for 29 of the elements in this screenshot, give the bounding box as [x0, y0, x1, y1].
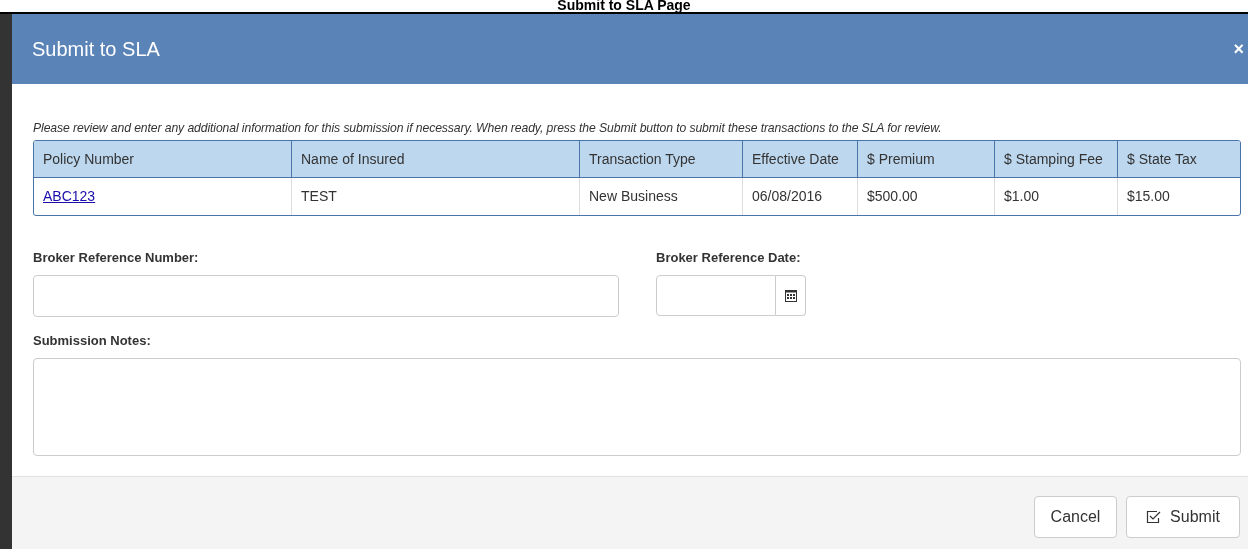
table-cell-text: New Business — [589, 187, 678, 207]
field-label: Broker Reference Date: — [656, 249, 802, 268]
input-field[interactable] — [33, 275, 619, 318]
column-header: $ Premium — [857, 141, 994, 178]
page-caption: Submit to SLA Page — [557, 0, 691, 12]
table-cell-text: $1.00 — [1004, 187, 1040, 207]
column-header: $ Stamping Fee — [994, 141, 1117, 178]
field-label: Submission Notes: — [33, 332, 152, 351]
close-button[interactable]: × — [1233, 35, 1244, 63]
policy-link[interactable]: ABC123 — [43, 186, 96, 208]
field-label: Broker Reference Number: — [33, 249, 200, 268]
date-field[interactable] — [656, 275, 776, 317]
calendar-button[interactable] — [776, 275, 806, 317]
calendar-icon — [784, 289, 797, 303]
notes-field[interactable] — [33, 358, 1241, 457]
checkbox-icon — [1146, 510, 1162, 524]
table-cell-text: $15.00 — [1127, 187, 1170, 207]
cancel-button[interactable]: Cancel — [1034, 496, 1117, 538]
column-header: Transaction Type — [579, 141, 742, 178]
dialog-title: Submit to SLA — [32, 37, 160, 62]
column-header: Effective Date — [742, 141, 857, 178]
submit-button[interactable]: Submit — [1126, 496, 1240, 538]
table-cell-text: 06/08/2016 — [752, 187, 823, 207]
instructions-text: Please review and enter any additional information for this submission if necessary. When ready, press the Submit button to submit these transactions to the SLA for review. — [33, 120, 943, 137]
column-header: $ State Tax — [1117, 141, 1240, 178]
table-cell-text: TEST — [301, 187, 337, 207]
table-cell-text: $500.00 — [867, 187, 918, 207]
column-header: Name of Insured — [291, 141, 579, 178]
column-header: Policy Number — [42, 149, 136, 169]
